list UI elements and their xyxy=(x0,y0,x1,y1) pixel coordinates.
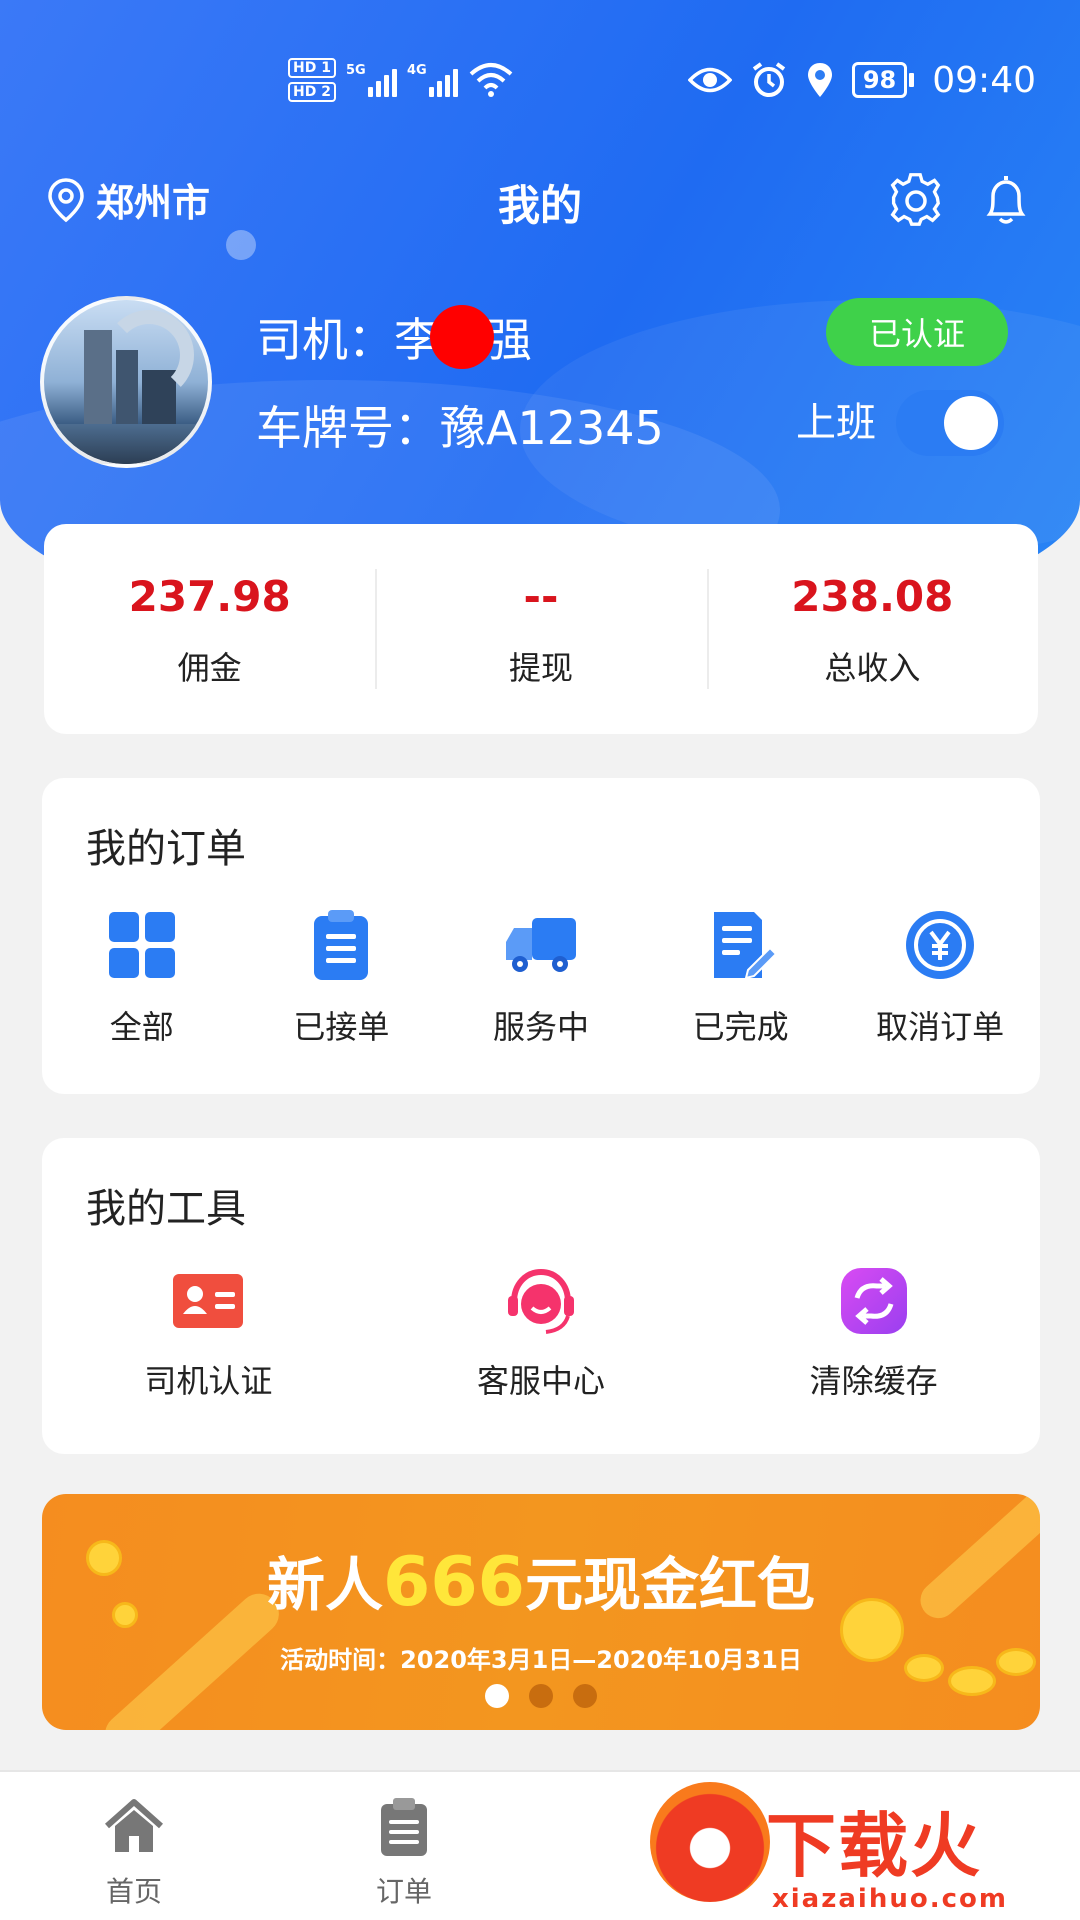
yuan-refund-icon xyxy=(906,911,975,979)
truck-icon xyxy=(505,918,576,972)
tool-customer-service[interactable]: 客服中心 xyxy=(375,1264,708,1402)
order-filter-cancelled[interactable]: 取消订单 xyxy=(840,908,1040,1048)
order-filter-completed[interactable]: 已完成 xyxy=(641,908,841,1048)
status-bar-right: 98 09:40 xyxy=(687,50,1036,110)
stat-label: 总收入 xyxy=(824,649,921,687)
stat-value: 237.98 xyxy=(128,572,291,621)
location-label: 郑州市 xyxy=(96,181,211,225)
my-tools-card: 我的工具 司机认证 客服中心 清除缓存 xyxy=(42,1138,1040,1454)
alarm-icon xyxy=(752,62,786,97)
tab-label: 订单 xyxy=(375,1875,432,1908)
stat-value: -- xyxy=(523,572,559,621)
stat-commission[interactable]: 237.98 佣金 xyxy=(44,524,375,734)
banner-title-suffix: 元现金红包 xyxy=(524,1551,815,1619)
plate-label: 车牌号： xyxy=(256,401,440,455)
battery-level: 98 xyxy=(851,62,908,98)
stat-value: 238.08 xyxy=(791,572,954,621)
earnings-card: 237.98 佣金 -- 提现 238.08 总收入 xyxy=(44,524,1038,734)
signal-icon: 4G xyxy=(407,63,458,97)
order-filter-in-service[interactable]: 服务中 xyxy=(441,908,641,1048)
stat-label: 佣金 xyxy=(177,649,242,687)
order-filter-label: 全部 xyxy=(109,1008,174,1046)
home-icon xyxy=(105,1799,163,1852)
banner-title: 新人666元现金红包 xyxy=(42,1538,1040,1622)
carousel-dot[interactable] xyxy=(573,1684,597,1708)
stat-withdraw[interactable]: -- 提现 xyxy=(375,524,706,734)
tools-title: 我的工具 xyxy=(86,1186,246,1232)
orders-title: 我的订单 xyxy=(86,826,246,872)
tool-label: 司机认证 xyxy=(144,1362,273,1400)
location-icon xyxy=(807,63,832,97)
redaction-mark xyxy=(430,305,494,369)
wifi-icon xyxy=(469,63,513,97)
clipboard-icon xyxy=(314,910,369,980)
order-filter-label: 取消订单 xyxy=(876,1008,1005,1046)
tab-home[interactable]: 首页 xyxy=(64,1796,204,1910)
carousel-dots xyxy=(42,1684,1040,1708)
signal-label: 4G xyxy=(406,63,427,78)
hd-indicators: HD 1 HD 2 xyxy=(288,58,336,102)
on-duty-toggle[interactable] xyxy=(896,390,1004,456)
status-bar: HD 1 HD 2 5G 4G 98 09:40 xyxy=(0,50,1080,110)
order-filter-label: 已完成 xyxy=(692,1008,789,1046)
tool-clear-cache[interactable]: 清除缓存 xyxy=(707,1264,1040,1402)
location-pin-icon xyxy=(48,177,84,222)
order-filter-all[interactable]: 全部 xyxy=(42,908,242,1048)
hd-badge: HD 2 xyxy=(288,82,336,102)
headset-icon xyxy=(508,1268,574,1334)
status-time: 09:40 xyxy=(932,59,1036,101)
refresh-icon xyxy=(840,1268,907,1334)
plate-row: 车牌号：豫A12345 xyxy=(256,392,664,458)
plate-number: 豫A12345 xyxy=(440,401,664,455)
tool-label: 清除缓存 xyxy=(809,1362,938,1400)
id-card-icon xyxy=(173,1274,244,1328)
document-edit-icon xyxy=(713,912,777,980)
tab-orders[interactable]: 订单 xyxy=(334,1796,474,1910)
watermark-url: xiazaihuo.com xyxy=(772,1884,1008,1914)
my-orders-card: 我的订单 全部 已接单 服务中 已完成 取消订单 xyxy=(42,778,1040,1094)
eye-icon xyxy=(687,67,732,93)
promo-banner[interactable]: 新人666元现金红包 活动时间：2020年3月1日—2020年10月31日 xyxy=(42,1494,1040,1730)
signal-icon: 5G xyxy=(346,63,397,97)
watermark-logo: 下载火 xiazaihuo.com xyxy=(640,1782,1080,1920)
order-filter-label: 服务中 xyxy=(492,1008,589,1046)
nav-icons xyxy=(886,170,1036,230)
avatar[interactable] xyxy=(40,296,212,468)
tool-label: 客服中心 xyxy=(477,1362,606,1400)
settings-button[interactable] xyxy=(886,170,946,230)
banner-title-prefix: 新人 xyxy=(267,1551,384,1619)
toggle-knob xyxy=(944,396,998,450)
banner-amount: 666 xyxy=(383,1543,525,1622)
carousel-dot[interactable] xyxy=(529,1684,553,1708)
order-filter-accepted[interactable]: 已接单 xyxy=(242,908,442,1048)
hd-badge: HD 1 xyxy=(288,58,336,78)
carousel-dot[interactable] xyxy=(485,1684,509,1708)
tool-driver-verification[interactable]: 司机认证 xyxy=(42,1264,375,1402)
signal-label: 5G xyxy=(345,63,366,78)
status-bar-left: HD 1 HD 2 5G 4G xyxy=(288,50,514,110)
order-filter-label: 已接单 xyxy=(293,1008,390,1046)
bell-icon xyxy=(986,176,1026,224)
tools-grid: 司机认证 客服中心 清除缓存 xyxy=(42,1264,1040,1402)
orders-grid: 全部 已接单 服务中 已完成 取消订单 xyxy=(42,908,1040,1048)
on-duty-label: 上班 xyxy=(796,400,876,446)
verified-badge: 已认证 xyxy=(826,298,1008,366)
driver-label: 司机： xyxy=(256,313,394,367)
flame-logo-icon xyxy=(650,1782,770,1902)
watermark-text: 下载火 xyxy=(766,1805,982,1887)
top-nav: 郑州市 我的 xyxy=(0,160,1080,240)
battery-icon: 98 xyxy=(851,62,915,98)
stat-total-income[interactable]: 238.08 总收入 xyxy=(706,524,1038,734)
grid-icon xyxy=(108,912,175,978)
banner-subtitle: 活动时间：2020年3月1日—2020年10月31日 xyxy=(280,1646,802,1674)
location-selector[interactable]: 郑州市 xyxy=(46,172,210,227)
tab-label: 首页 xyxy=(105,1875,162,1908)
stat-label: 提现 xyxy=(508,649,573,687)
notifications-button[interactable] xyxy=(976,170,1036,230)
clipboard-list-icon xyxy=(381,1798,427,1856)
settings-icon xyxy=(890,173,941,226)
driver-name-row: 司机： 李 强 xyxy=(256,304,532,370)
